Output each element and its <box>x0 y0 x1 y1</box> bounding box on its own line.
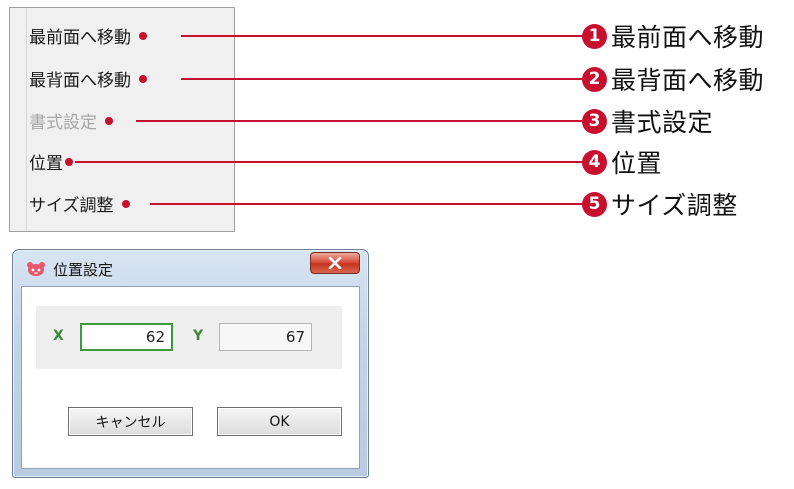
callout-anchor-dot <box>105 117 113 125</box>
callout-anchor-dot <box>139 75 147 83</box>
ok-button[interactable]: OK <box>217 407 342 436</box>
callout-number-badge: 4 <box>582 149 607 175</box>
dialog-client-area: X Y キャンセル OK <box>21 286 360 469</box>
callout-leader-line <box>181 78 586 80</box>
callout-5: 5 サイズ調整 <box>582 187 738 221</box>
callout-2: 2 最背面へ移動 <box>582 62 764 96</box>
cancel-button[interactable]: キャンセル <box>68 407 193 436</box>
callout-number-badge: 1 <box>582 23 607 49</box>
menu-item-send-to-back[interactable]: 最背面へ移動 <box>29 63 147 99</box>
dialog-title: 位置設定 <box>53 261 114 279</box>
dialog-titlebar[interactable]: 位置設定 <box>13 250 368 286</box>
callout-anchor-dot <box>65 158 73 166</box>
menu-item-label: 最背面へ移動 <box>29 71 131 91</box>
callout-1: 1 最前面へ移動 <box>582 19 764 53</box>
menu-item-bring-to-front[interactable]: 最前面へ移動 <box>29 20 147 56</box>
callout-number-badge: 5 <box>582 191 607 217</box>
menu-item-label: 書式設定 <box>29 113 97 133</box>
callout-number-badge: 3 <box>582 108 607 134</box>
callout-anchor-dot <box>139 32 147 40</box>
position-fields-panel: X Y <box>36 306 342 369</box>
menu-item-resize[interactable]: サイズ調整 <box>29 188 130 224</box>
menu-item-label: 位置 <box>29 154 63 174</box>
callout-text: 最背面へ移動 <box>611 66 765 95</box>
callout-leader-line <box>181 35 586 37</box>
menu-item-label: サイズ調整 <box>29 196 114 216</box>
position-dialog: 位置設定 X Y キャンセル OK <box>12 249 369 478</box>
menu-item-label: 最前面へ移動 <box>29 28 131 48</box>
callout-text: 書式設定 <box>611 108 714 137</box>
callout-text: サイズ調整 <box>611 191 738 220</box>
app-character-icon <box>27 262 45 276</box>
callout-text: 位置 <box>611 149 663 178</box>
menu-item-format-settings: 書式設定 <box>29 105 113 141</box>
callout-leader-line <box>136 120 586 122</box>
close-icon <box>328 257 342 269</box>
y-label: Y <box>193 328 204 344</box>
menu-gutter <box>26 8 27 231</box>
callout-leader-line <box>150 203 586 205</box>
callout-number-badge: 2 <box>582 66 607 92</box>
close-button[interactable] <box>310 252 360 274</box>
y-position-field[interactable] <box>219 323 312 351</box>
callout-text: 最前面へ移動 <box>611 23 765 52</box>
callout-4: 4 位置 <box>582 145 662 179</box>
callout-anchor-dot <box>121 200 130 208</box>
x-label: X <box>53 328 64 344</box>
callout-leader-line <box>75 161 586 163</box>
menu-item-position[interactable]: 位置 <box>29 146 73 182</box>
callout-3: 3 書式設定 <box>582 104 713 138</box>
x-position-field[interactable] <box>80 323 173 351</box>
